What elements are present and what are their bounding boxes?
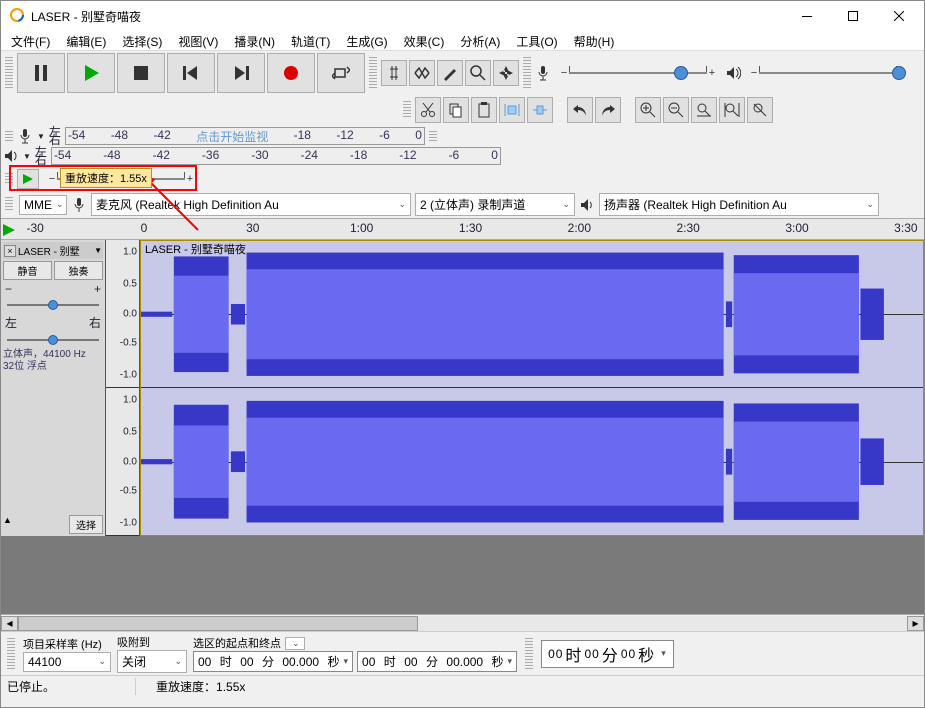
track-menu-button[interactable]: ▼ <box>94 246 102 255</box>
scroll-left-button[interactable]: ◂ <box>1 616 18 631</box>
selection-range-label: 选区的起点和终点 <box>193 635 281 651</box>
track-gain-slider[interactable] <box>3 298 103 312</box>
meter-hint: 点击开始监视 <box>196 128 268 144</box>
toolbar-grip[interactable] <box>429 131 437 141</box>
track-name-label: LASER - 别墅 <box>18 243 92 258</box>
speaker-icon <box>3 148 19 164</box>
playback-meter[interactable]: -54-48-42-36-30-24-18-12-60 <box>51 147 501 165</box>
mute-button[interactable]: 静音 <box>3 261 52 280</box>
toolbar-grip[interactable] <box>5 197 13 212</box>
scroll-right-button[interactable]: ▸ <box>907 616 924 631</box>
maximize-button[interactable] <box>830 1 876 31</box>
microphone-icon <box>535 65 551 81</box>
track-collapse-button[interactable]: ▲ <box>3 515 12 525</box>
selection-tool-button[interactable] <box>381 60 407 86</box>
meter-lr-label: 左右 <box>49 128 61 144</box>
audio-position-field[interactable]: 00时00分00秒▾ <box>541 640 674 668</box>
empty-track-area[interactable] <box>1 536 924 614</box>
fit-selection-button[interactable] <box>691 97 717 123</box>
draw-tool-button[interactable] <box>437 60 463 86</box>
status-speed: 重放速度：1.55x <box>156 678 245 695</box>
toolbar-grip[interactable] <box>403 101 411 119</box>
speaker-icon <box>579 197 595 213</box>
status-state: 已停止。 <box>7 678 136 695</box>
vertical-scale[interactable]: 1.00.50.0-0.5-1.0 1.00.50.0-0.5-1.0 <box>106 240 140 536</box>
zoom-toggle-button[interactable] <box>747 97 773 123</box>
paste-button[interactable] <box>471 97 497 123</box>
speaker-icon <box>725 65 741 81</box>
undo-button[interactable] <box>567 97 593 123</box>
zoom-out-button[interactable] <box>663 97 689 123</box>
menu-file[interactable]: 文件(F) <box>3 31 58 50</box>
zoom-tool-button[interactable] <box>465 60 491 86</box>
copy-button[interactable] <box>443 97 469 123</box>
menu-view[interactable]: 视图(V) <box>170 31 226 50</box>
menu-generate[interactable]: 生成(G) <box>338 31 395 50</box>
menu-edit[interactable]: 编辑(E) <box>58 31 114 50</box>
zoom-in-button[interactable] <box>635 97 661 123</box>
selection-start-field[interactable]: 00 时 00 分 00.000 秒▾ <box>193 651 353 672</box>
menu-analyze[interactable]: 分析(A) <box>452 31 508 50</box>
meter-menu-icon[interactable]: ▼ <box>37 132 45 141</box>
menu-help[interactable]: 帮助(H) <box>566 31 623 50</box>
speed-tooltip: 重放速度：1.55x <box>60 168 152 188</box>
toolbar-grip[interactable] <box>523 57 531 89</box>
solo-button[interactable]: 独奏 <box>54 261 103 280</box>
track-select-button[interactable]: 选择 <box>69 515 103 534</box>
toolbar-grip[interactable] <box>5 57 13 89</box>
track-format-label: 立体声，44100 Hz 32位 浮点 <box>3 349 103 373</box>
selection-end-field[interactable]: 00 时 00 分 00.000 秒▾ <box>357 651 517 672</box>
menu-effect[interactable]: 效果(C) <box>396 31 453 50</box>
project-rate-label: 项目采样率 (Hz) <box>23 636 111 652</box>
close-window-button[interactable] <box>876 1 922 31</box>
recording-channels-combo[interactable]: 2 (立体声) 录制声道⌄ <box>415 193 575 216</box>
snap-combo[interactable]: 关闭⌄ <box>117 650 187 673</box>
menu-tools[interactable]: 工具(O) <box>508 31 565 50</box>
recording-volume-slider[interactable]: −+ <box>553 64 723 82</box>
minimize-button[interactable] <box>784 1 830 31</box>
silence-button[interactable] <box>527 97 553 123</box>
fit-project-button[interactable] <box>719 97 745 123</box>
stop-button[interactable] <box>117 53 165 93</box>
track-control-panel[interactable]: × LASER - 别墅 ▼ 静音 独奏 −+ 左右 立体声，44100 Hz … <box>1 240 106 536</box>
audio-host-combo[interactable]: MME⌄ <box>19 195 67 215</box>
redo-button[interactable] <box>595 97 621 123</box>
toolbar-grip[interactable] <box>7 638 15 669</box>
skip-end-button[interactable] <box>217 53 265 93</box>
trim-button[interactable] <box>499 97 525 123</box>
meter-menu-icon[interactable]: ▼ <box>23 152 31 161</box>
toolbar-grip[interactable] <box>525 638 533 669</box>
microphone-icon <box>17 128 33 144</box>
multi-tool-button[interactable] <box>493 60 519 86</box>
project-rate-combo[interactable]: 44100⌄ <box>23 652 111 672</box>
playback-volume-slider[interactable]: −+ <box>743 64 913 82</box>
toolbar-grip[interactable] <box>369 57 377 89</box>
timeline-quickplay-icon[interactable] <box>1 219 17 241</box>
pause-button[interactable] <box>17 53 65 93</box>
recording-meter[interactable]: -54-48-42 点击开始监视 -18-12-60 <box>65 127 425 145</box>
microphone-icon <box>71 197 87 213</box>
menu-tracks[interactable]: 轨道(T) <box>283 31 338 50</box>
record-button[interactable] <box>267 53 315 93</box>
snap-label: 吸附到 <box>117 634 187 650</box>
playback-device-combo[interactable]: 扬声器 (Realtek High Definition Au⌄ <box>599 193 879 216</box>
envelope-tool-button[interactable] <box>409 60 435 86</box>
menu-transport[interactable]: 播录(N) <box>226 31 283 50</box>
play-button[interactable] <box>67 53 115 93</box>
waveform-display[interactable]: LASER - 别墅奇喵夜 <box>140 240 924 536</box>
loop-button[interactable] <box>317 53 365 93</box>
meter-lr-label: 左右 <box>35 148 47 164</box>
track-pan-slider[interactable] <box>3 333 103 347</box>
selection-mode-button[interactable]: ⌄ <box>285 637 305 650</box>
clip-name-label: LASER - 别墅奇喵夜 <box>145 241 246 257</box>
cut-button[interactable] <box>415 97 441 123</box>
track-close-button[interactable]: × <box>4 245 16 257</box>
skip-start-button[interactable] <box>167 53 215 93</box>
menu-select[interactable]: 选择(S) <box>114 31 170 50</box>
window-title: LASER - 别墅奇喵夜 <box>31 8 784 25</box>
horizontal-scrollbar[interactable]: ◂ ▸ <box>1 614 924 631</box>
app-logo-icon <box>3 7 31 26</box>
toolbar-grip[interactable] <box>5 131 13 141</box>
